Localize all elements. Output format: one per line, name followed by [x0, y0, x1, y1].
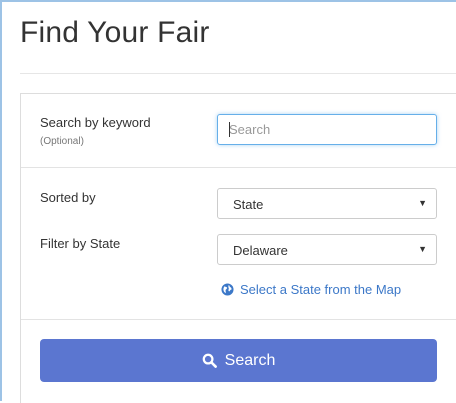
- title-divider: [20, 73, 456, 74]
- window-frame: Find Your Fair Search by keyword (Option…: [0, 0, 456, 403]
- text-cursor: [229, 122, 230, 137]
- search-button-label: Search: [224, 351, 276, 369]
- globe-icon: [221, 283, 234, 296]
- dropdown-arrow-icon: ▼: [418, 198, 427, 208]
- search-icon: [202, 353, 217, 368]
- select-state-map-link[interactable]: Select a State from the Map: [221, 282, 401, 297]
- keyword-search-input[interactable]: [217, 114, 437, 145]
- search-submit-button[interactable]: Search: [40, 339, 437, 382]
- panel-divider: [21, 167, 456, 168]
- state-filter-select[interactable]: Delaware ▼: [217, 234, 437, 265]
- page-title: Find Your Fair: [20, 16, 210, 49]
- keyword-optional-hint: (Optional): [40, 136, 84, 147]
- panel-divider: [21, 319, 456, 320]
- map-link-label: Select a State from the Map: [240, 282, 402, 297]
- sort-selected-value: State: [233, 197, 264, 212]
- state-filter-label: Filter by State: [40, 236, 121, 251]
- sort-label: Sorted by: [40, 190, 96, 205]
- dropdown-arrow-icon: ▼: [418, 244, 427, 254]
- search-panel: Search by keyword (Optional) Sorted by S…: [20, 93, 456, 403]
- sort-select[interactable]: State ▼: [217, 188, 437, 219]
- keyword-label: Search by keyword: [40, 115, 151, 130]
- state-selected-value: Delaware: [233, 243, 288, 258]
